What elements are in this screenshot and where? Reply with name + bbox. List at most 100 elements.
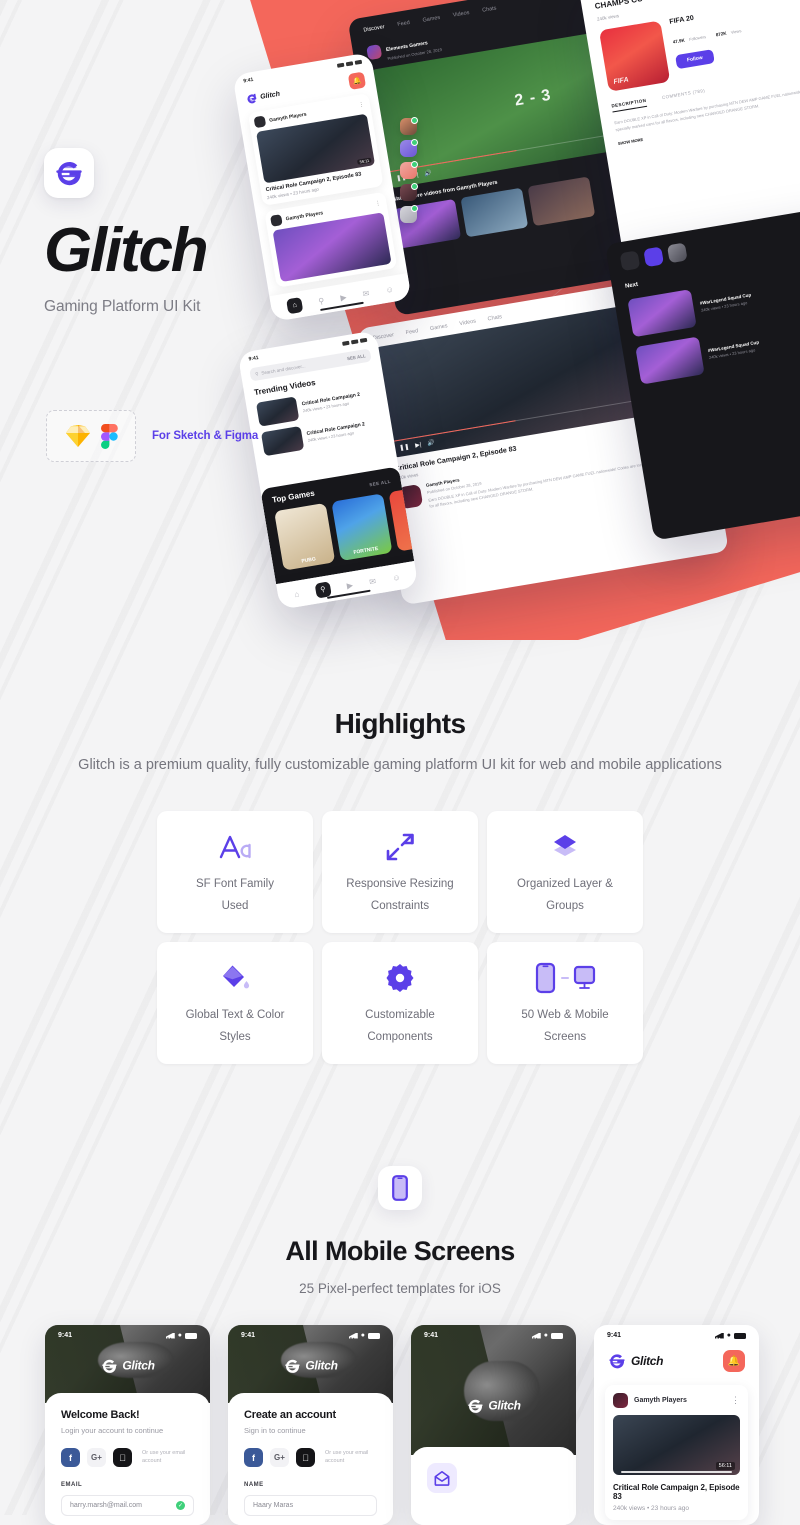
feed-header: Glitch 🔔 (594, 1339, 759, 1385)
glitch-g-logo-icon (283, 1357, 300, 1374)
battery-icon (551, 1333, 563, 1339)
mobile-screens-row: 9:41 ● Glitch Welcome Back! Login your a… (0, 1325, 800, 1515)
screen-feed[interactable]: 9:41 ● Glitch 🔔 Gamyth Players ⋮ (594, 1325, 759, 1525)
highlight-card-colors[interactable]: Global Text & Color Styles (157, 942, 313, 1064)
screen-create-account[interactable]: 9:41 ● Glitch Create an account Sign in … (228, 1325, 393, 1525)
highlight-label: Customizable Components (365, 1005, 435, 1048)
label-line-2: Screens (544, 1031, 586, 1043)
highlight-label: 50 Web & Mobile Screens (521, 1005, 608, 1048)
label-line-2: Styles (219, 1031, 250, 1043)
app-logo-text: Glitch (305, 1359, 337, 1373)
field-label: NAME (244, 1482, 377, 1488)
label-line-1: 50 Web & Mobile (521, 1009, 608, 1021)
battery-icon (368, 1333, 380, 1339)
auth-sheet: Create an account Sign in to continue f … (228, 1393, 393, 1525)
signal-icon (166, 1333, 175, 1339)
resize-arrows-icon (385, 827, 415, 867)
field-value: harry.marsh@mail.com (70, 1502, 142, 1509)
screen-verification[interactable]: 9:41 ● Glitch (411, 1325, 576, 1525)
status-time: 9:41 (607, 1332, 621, 1339)
battery-icon (185, 1333, 197, 1339)
battery-icon (734, 1333, 746, 1339)
app-logo: Glitch (608, 1352, 663, 1370)
screen-subheading: Login your account to continue (61, 1426, 194, 1435)
highlight-card-responsive[interactable]: Responsive Resizing Constraints (322, 811, 478, 933)
bell-icon[interactable]: 🔔 (723, 1350, 745, 1372)
layers-diamond-icon (549, 827, 581, 867)
highlight-card-screens[interactable]: 50 Web & Mobile Screens (487, 942, 643, 1064)
signal-icon (532, 1333, 541, 1339)
highlight-card-components[interactable]: Customizable Components (322, 942, 478, 1064)
facebook-icon[interactable]: f (244, 1448, 263, 1467)
mail-open-icon (427, 1463, 457, 1493)
highlights-grid: SF Font Family Used Responsive Resizing … (157, 811, 643, 1064)
label-line-1: Organized Layer & (517, 878, 613, 890)
social-login-row: f G+  Or use your email account (244, 1448, 377, 1467)
feed-card[interactable]: Gamyth Players ⋮ 56:11 Critical Role Cam… (605, 1385, 748, 1520)
app-logo: Glitch (466, 1397, 520, 1414)
app-logo-text: Glitch (488, 1399, 520, 1413)
google-plus-icon[interactable]: G+ (87, 1448, 106, 1467)
screen-hero-image: 9:41 ● Glitch (411, 1325, 576, 1455)
duration: 56:11 (716, 1462, 735, 1470)
status-time: 9:41 (241, 1332, 255, 1339)
highlight-label: Responsive Resizing Constraints (346, 874, 453, 917)
signal-icon (349, 1333, 358, 1339)
app-logo-text: Glitch (122, 1359, 154, 1373)
wifi-icon: ● (178, 1332, 182, 1339)
google-plus-icon[interactable]: G+ (270, 1448, 289, 1467)
video-meta: 240k views • 23 hours ago (613, 1505, 740, 1512)
highlight-card-layers[interactable]: Organized Layer & Groups (487, 811, 643, 933)
screen-welcome-back[interactable]: 9:41 ● Glitch Welcome Back! Login your a… (45, 1325, 210, 1525)
status-bar: 9:41 ● (228, 1325, 393, 1339)
status-icons: ● (715, 1332, 746, 1339)
screen-hero-image: 9:41 ● Glitch (228, 1325, 393, 1403)
screen-heading: Create an account (244, 1409, 377, 1421)
social-login-row: f G+  Or use your email account (61, 1448, 194, 1467)
facebook-icon[interactable]: f (61, 1448, 80, 1467)
label-line-1: SF Font Family (196, 878, 274, 890)
check-icon: ✓ (176, 1501, 185, 1510)
thumbnail[interactable]: 56:11 (613, 1415, 740, 1475)
status-icons: ● (166, 1332, 197, 1339)
apple-icon[interactable]:  (296, 1448, 315, 1467)
apple-icon[interactable]:  (113, 1448, 132, 1467)
glitch-g-logo-icon (466, 1397, 483, 1414)
kebab-menu-icon[interactable]: ⋮ (731, 1398, 740, 1403)
status-time: 9:41 (424, 1332, 438, 1339)
screen-hero-image: 9:41 ● Glitch (45, 1325, 210, 1403)
highlights-subtitle: Glitch is a premium quality, fully custo… (0, 754, 800, 776)
label-line-2: Components (367, 1031, 432, 1043)
email-field[interactable]: harry.marsh@mail.com ✓ (61, 1495, 194, 1516)
highlight-label: Organized Layer & Groups (517, 874, 613, 917)
highlight-card-font[interactable]: SF Font Family Used (157, 811, 313, 933)
font-aa-icon (218, 827, 252, 867)
status-bar: 9:41 ● (594, 1325, 759, 1339)
name-field[interactable]: Haary Maras (244, 1495, 377, 1516)
verification-sheet (411, 1447, 576, 1525)
wifi-icon: ● (727, 1332, 731, 1339)
highlight-label: Global Text & Color Styles (186, 1005, 285, 1048)
status-icons: ● (349, 1332, 380, 1339)
app-logo-text: Glitch (631, 1354, 663, 1368)
label-line-2: Constraints (371, 900, 429, 912)
label-line-1: Global Text & Color (186, 1009, 285, 1021)
label-line-1: Responsive Resizing (346, 878, 453, 890)
wifi-icon: ● (544, 1332, 548, 1339)
phone-icon-badge (378, 1166, 422, 1210)
or-text: Or use your email account (142, 1450, 194, 1464)
wifi-icon: ● (361, 1332, 365, 1339)
or-text: Or use your email account (325, 1450, 377, 1464)
glitch-g-logo-icon (100, 1357, 117, 1374)
status-time: 9:41 (58, 1332, 72, 1339)
feed-card-header: Gamyth Players ⋮ (613, 1393, 740, 1408)
highlight-label: SF Font Family Used (196, 874, 274, 917)
app-logo: Glitch (283, 1357, 337, 1374)
channel-name: Gamyth Players (634, 1397, 687, 1404)
field-value: Haary Maras (253, 1502, 293, 1509)
progress-bar[interactable] (621, 1471, 733, 1473)
status-bar: 9:41 ● (45, 1325, 210, 1339)
highlights-section: Highlights Glitch is a premium quality, … (0, 0, 800, 1064)
screen-subheading: Sign in to continue (244, 1426, 377, 1435)
label-line-1: Customizable (365, 1009, 435, 1021)
